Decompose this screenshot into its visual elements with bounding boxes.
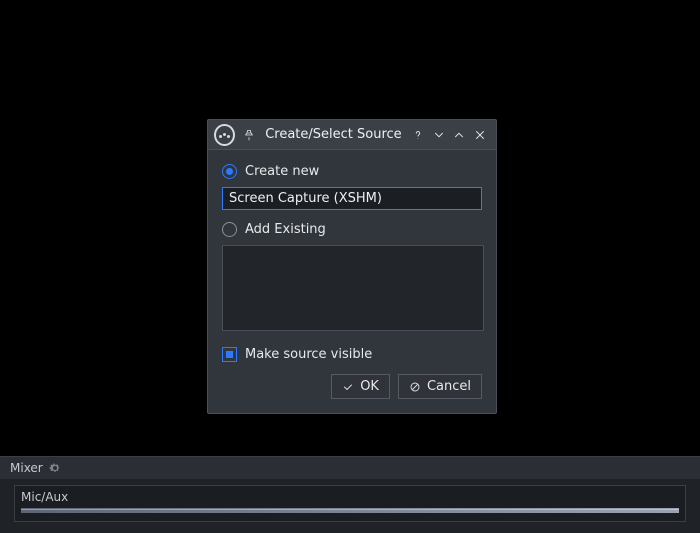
dialog-button-row: OK Cancel (222, 374, 482, 399)
obs-logo-icon (214, 124, 235, 146)
cancel-button-label: Cancel (427, 379, 471, 394)
make-visible-label: Make source visible (245, 347, 372, 362)
audio-track-label: Mic/Aux (21, 490, 679, 504)
help-icon[interactable] (410, 126, 427, 144)
audio-track[interactable]: Mic/Aux (14, 485, 686, 522)
audio-meter (21, 508, 679, 513)
radio-indicator (222, 222, 237, 237)
prohibit-icon (409, 381, 421, 393)
ok-button[interactable]: OK (331, 374, 390, 399)
source-name-input-wrap[interactable] (222, 187, 482, 210)
radio-indicator (222, 164, 237, 179)
dialog-body: Create new Add Existing Make source visi… (208, 150, 496, 413)
dialog-title: Create/Select Source (265, 127, 401, 142)
check-icon (342, 381, 354, 393)
chevron-up-icon[interactable] (451, 126, 468, 144)
create-new-radio[interactable]: Create new (222, 164, 482, 179)
ok-button-label: OK (360, 379, 379, 394)
add-existing-label: Add Existing (245, 222, 326, 237)
dialog-titlebar[interactable]: Create/Select Source (208, 120, 496, 150)
chevron-down-icon[interactable] (430, 126, 447, 144)
close-icon[interactable] (471, 126, 488, 144)
gear-icon[interactable] (49, 462, 61, 474)
existing-sources-list[interactable] (222, 245, 484, 331)
mixer-title: Mixer (10, 461, 43, 475)
create-select-source-dialog: Create/Select Source Create new Add Exis… (207, 119, 497, 414)
add-existing-radio[interactable]: Add Existing (222, 222, 482, 237)
pin-icon[interactable] (241, 126, 258, 144)
source-name-input[interactable] (229, 191, 475, 206)
mixer-panel-header[interactable]: Mixer (0, 457, 700, 479)
mixer-panel: Mixer Mic/Aux (0, 456, 700, 533)
make-source-visible-checkbox[interactable]: Make source visible (222, 347, 482, 362)
checkbox-indicator (222, 347, 237, 362)
create-new-label: Create new (245, 164, 319, 179)
cancel-button[interactable]: Cancel (398, 374, 482, 399)
mixer-panel-body: Mic/Aux (0, 479, 700, 528)
